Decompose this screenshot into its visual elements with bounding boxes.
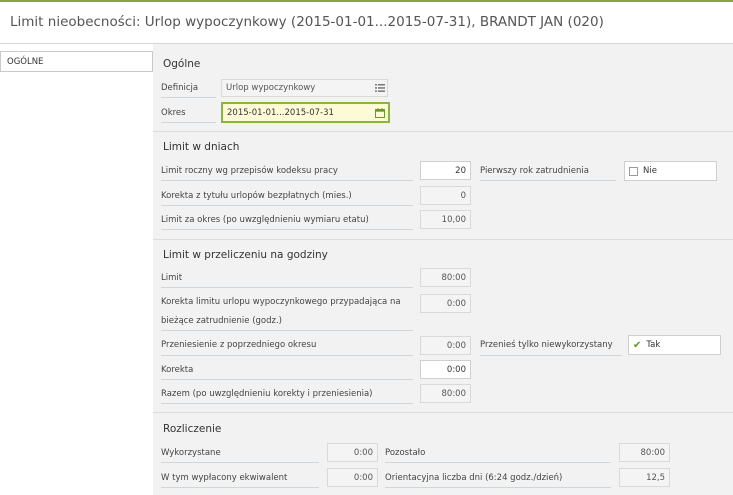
korekta-godz-value: 0:00 [446,364,466,375]
limit-roczny-label: Limit roczny wg przepisów kodeksu pracy [161,166,338,176]
section-divider [153,239,733,240]
okres-value: 2015-01-01...2015-07-31 [227,107,334,118]
definicja-value: Urlop wypoczynkowy [226,83,316,93]
okres-underline [161,122,216,123]
list-icon[interactable] [375,84,385,92]
limit-roczny-input[interactable]: 20 [420,161,471,180]
section-title-dni: Limit w dniach [163,141,240,153]
section-title-godziny: Limit w przeliczeniu na godziny [163,249,328,261]
pierwszy-rok-underline [480,180,616,181]
wykorzystane-underline [161,462,319,463]
section-title-ogolne: Ogólne [163,58,201,70]
korekta-limitu-underline [161,330,413,331]
przeniesienie-label: Przeniesienie z poprzedniego okresu [161,340,317,350]
top-accent-line [0,0,733,2]
korekta-limitu-value: 0:00 [446,298,466,309]
okres-label: Okres [161,108,186,118]
razem-label: Razem (po uwzględnieniu korekty i przeni… [161,389,373,399]
wyplacony-value: 0:00 [353,472,373,483]
limit-godz-underline [161,287,413,288]
wyplacony-field: 0:00 [327,468,378,487]
wyplacony-label: W tym wypłacony ekwiwalent [161,473,288,483]
limit-okres-value: 10,00 [441,214,466,225]
checkbox-unchecked-icon [629,166,638,176]
wykorzystane-value: 0:00 [353,447,373,458]
limit-roczny-value: 20 [455,165,466,176]
pierwszy-rok-label: Pierwszy rok zatrudnienia [480,166,589,176]
korekta-bezplatne-label: Korekta z tytułu urlopów bezpłatnych (mi… [161,191,352,201]
korekta-godz-input[interactable]: 0:00 [420,360,471,379]
checkmark-icon: ✔ [633,339,642,351]
section-divider [153,412,733,413]
korekta-limitu-label: Korekta limitu urlopu wypoczynkowego prz… [161,297,401,307]
limit-okres-field: 10,00 [420,210,471,229]
calendar-icon[interactable] [375,108,385,118]
limit-okres-underline [161,229,413,230]
orientacyjna-underline [385,487,611,488]
przenies-label: Przenieś tylko niewykorzystany [480,340,613,350]
korekta-limitu-label-cont: bieżące zatrudnienie (godz.) [161,316,282,326]
pozostalo-value: 80:00 [640,447,666,458]
przeniesienie-value: 0:00 [446,340,466,351]
korekta-godz-label: Korekta [161,365,194,375]
definicja-label: Definicja [161,83,199,93]
razem-underline [161,403,413,404]
orientacyjna-value: 12,5 [646,472,665,483]
wyplacony-underline [161,487,319,488]
definicja-field[interactable]: Urlop wypoczynkowy [221,79,388,97]
korekta-bezplatne-underline [161,205,413,206]
section-title-rozliczenie: Rozliczenie [163,423,222,435]
limit-roczny-underline [161,180,413,181]
razem-value: 80:00 [441,388,467,399]
pozostalo-label: Pozostało [385,448,426,458]
korekta-godz-underline [161,379,413,380]
limit-okres-label: Limit za okres (po uwzględnieniu wymiaru… [161,215,369,225]
pozostalo-underline [385,462,611,463]
limit-godz-value: 80:00 [441,272,467,283]
korekta-limitu-field: 0:00 [420,294,471,313]
przeniesienie-underline [161,355,413,356]
definicja-underline [161,97,216,98]
orientacyjna-label: Orientacyjna liczba dni (6:24 godz./dzie… [385,473,563,483]
nav-item-label: OGÓLNE [7,57,44,67]
przenies-value: Tak [646,340,661,350]
wykorzystane-label: Wykorzystane [161,448,221,458]
przenies-underline [480,355,622,356]
page-title: Limit nieobecności: Urlop wypoczynkowy (… [10,14,604,30]
section-divider [153,131,733,132]
pierwszy-rok-value: Nie [643,166,657,176]
pierwszy-rok-toggle[interactable]: Nie [624,161,717,181]
korekta-bezplatne-field: 0 [420,186,471,205]
przenies-toggle[interactable]: ✔ Tak [628,335,721,355]
razem-field: 80:00 [420,384,471,403]
orientacyjna-field: 12,5 [619,468,670,487]
limit-godz-field: 80:00 [420,268,471,287]
limit-godz-label: Limit [161,273,183,283]
pozostalo-field: 80:00 [619,443,670,462]
przeniesienie-field: 0:00 [420,336,471,355]
nav-item-ogolne[interactable]: OGÓLNE [0,51,153,72]
korekta-bezplatne-value: 0 [460,190,466,201]
okres-input[interactable]: 2015-01-01...2015-07-31 [221,102,390,123]
wykorzystane-field: 0:00 [327,443,378,462]
